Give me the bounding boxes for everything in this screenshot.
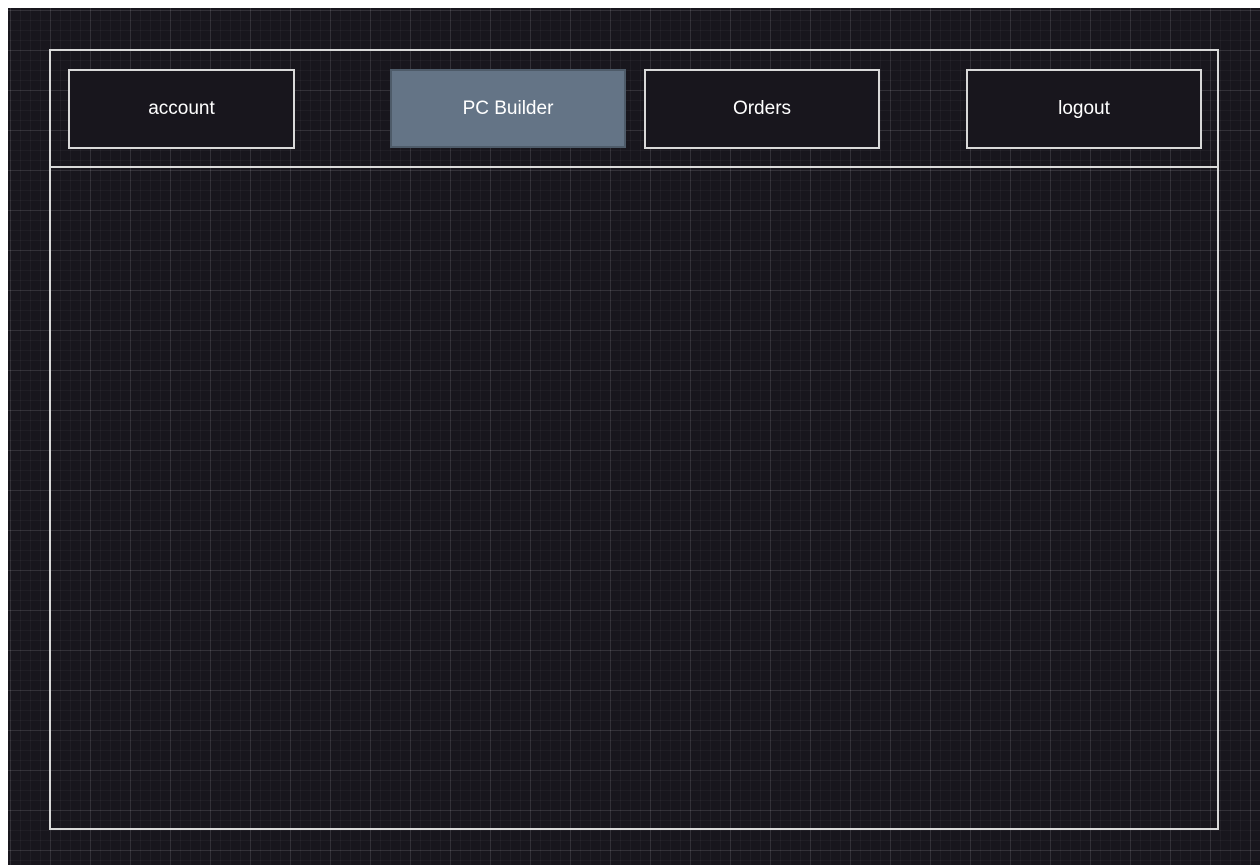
main-content-area [51,168,1217,828]
orders-button-label: Orders [732,98,792,119]
account-button[interactable]: account [68,69,295,149]
logout-button[interactable]: logout [966,69,1202,149]
account-button-label: account [148,98,215,119]
wireframe-canvas: account PC Builder Orders logout [8,8,1260,865]
logout-button-label: logout [1058,98,1110,119]
pc-builder-button-label: PC Builder [462,97,554,119]
orders-button[interactable]: Orders [644,69,880,149]
pc-builder-button[interactable]: PC Builder [390,69,626,148]
